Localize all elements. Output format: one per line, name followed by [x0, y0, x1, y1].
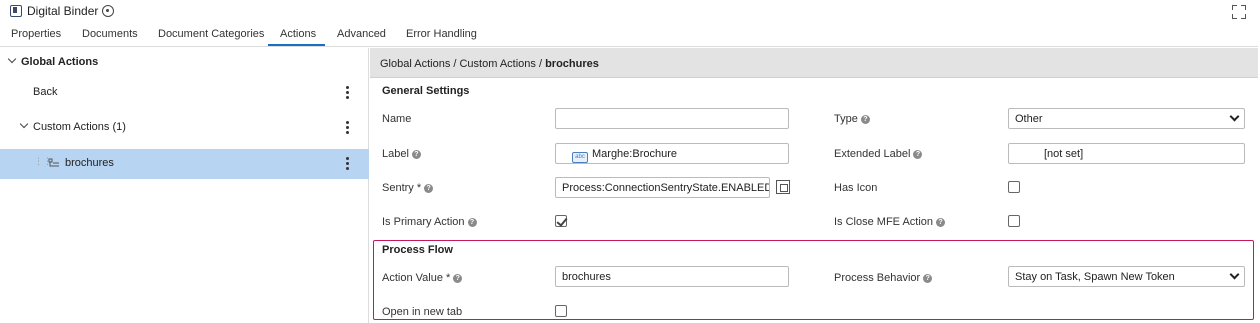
type-value: Other — [1015, 113, 1043, 125]
label-value: Marghe:Brochure — [592, 148, 677, 160]
tree-item-label: Custom Actions (1) — [33, 121, 126, 133]
title-bar: Digital Binder — [0, 0, 1260, 24]
kebab-menu-icon[interactable] — [345, 86, 349, 100]
tree-root-global-actions[interactable]: Global Actions — [0, 48, 369, 78]
action-value-input[interactable]: brochures — [555, 266, 789, 287]
tree-item-label: Back — [33, 86, 58, 98]
help-icon[interactable]: ? — [453, 274, 463, 283]
breadcrumb-current: brochures — [545, 58, 599, 70]
breadcrumb-path[interactable]: Global Actions / Custom Actions / — [380, 58, 545, 70]
primary-action-label: Is Primary Action? — [382, 216, 477, 228]
app-title: Digital Binder — [27, 4, 99, 18]
sentry-label: Sentry *? — [382, 182, 434, 194]
process-behavior-value: Stay on Task, Spawn New Token — [1015, 271, 1175, 283]
sentry-input[interactable]: Process:ConnectionSentryState.ENABLED() — [555, 177, 770, 198]
general-settings-title: General Settings — [382, 85, 470, 97]
tab-properties[interactable]: Properties — [11, 28, 61, 40]
has-icon-label: Has Icon — [834, 182, 878, 194]
name-label: Name — [382, 113, 412, 125]
actions-tree-panel: Global Actions Back Custom Actions (1) ⋮… — [0, 48, 369, 323]
close-mfe-checkbox[interactable] — [1008, 215, 1020, 227]
tree-item-back[interactable]: Back — [0, 78, 369, 108]
extended-label-label: Extended Label? — [834, 148, 923, 160]
open-new-tab-checkbox[interactable] — [555, 305, 567, 317]
process-behavior-select[interactable]: Stay on Task, Spawn New Token — [1008, 266, 1245, 287]
drag-handle-icon[interactable]: ⋮⋮ — [34, 157, 52, 169]
tab-advanced[interactable]: Advanced — [337, 28, 386, 40]
sentry-label-text: Sentry * — [382, 182, 422, 194]
label-input[interactable]: abc Marghe:Brochure — [555, 143, 789, 164]
label-field-text: Label — [382, 148, 409, 160]
chevron-down-icon — [1229, 269, 1240, 280]
tree-item-brochures[interactable]: ⋮⋮ brochures — [0, 149, 369, 179]
kebab-menu-icon[interactable] — [345, 121, 349, 135]
process-behavior-text: Process Behavior — [834, 272, 921, 284]
tree-item-label: brochures — [65, 157, 114, 169]
extended-label-text: Extended Label — [834, 148, 911, 160]
help-icon[interactable]: ? — [424, 184, 434, 193]
has-icon-checkbox[interactable] — [1008, 181, 1020, 193]
help-icon[interactable]: ? — [411, 150, 421, 159]
close-mfe-label: Is Close MFE Action? — [834, 216, 946, 228]
breadcrumb-bar: Global Actions / Custom Actions / brochu… — [370, 48, 1258, 78]
process-flow-title: Process Flow — [382, 244, 453, 256]
name-input[interactable] — [555, 108, 789, 129]
action-value-label: Action Value *? — [382, 272, 463, 284]
type-label-text: Type — [834, 113, 858, 125]
label-field-label: Label? — [382, 148, 421, 160]
type-label: Type? — [834, 113, 870, 125]
primary-action-text: Is Primary Action — [382, 216, 465, 228]
active-tab-indicator — [268, 44, 325, 46]
help-icon[interactable]: ? — [860, 115, 870, 124]
expand-icon[interactable] — [1232, 5, 1246, 19]
process-behavior-label: Process Behavior? — [834, 272, 933, 284]
chevron-down-icon[interactable] — [7, 54, 17, 64]
help-icon[interactable]: ? — [467, 218, 477, 227]
action-value-text: Action Value * — [382, 272, 451, 284]
crosshair-icon[interactable] — [102, 5, 114, 17]
action-icon — [48, 158, 59, 167]
app-icon — [10, 5, 22, 17]
help-icon[interactable]: ? — [923, 274, 933, 283]
kebab-menu-icon[interactable] — [345, 157, 349, 171]
tab-bar: Properties Documents Document Categories… — [0, 24, 1258, 47]
help-icon[interactable]: ? — [936, 218, 946, 227]
tab-error-handling[interactable]: Error Handling — [406, 28, 477, 40]
tab-document-categories[interactable]: Document Categories — [158, 28, 264, 40]
open-new-tab-label: Open in new tab — [382, 306, 463, 318]
localized-text-icon: abc — [572, 152, 588, 163]
chevron-down-icon[interactable] — [19, 119, 29, 129]
tab-documents[interactable]: Documents — [82, 28, 138, 40]
breadcrumb: Global Actions / Custom Actions / brochu… — [380, 58, 599, 70]
help-icon[interactable]: ? — [913, 150, 923, 159]
primary-action-checkbox[interactable] — [555, 215, 567, 227]
extended-label-input[interactable]: [not set] — [1008, 143, 1245, 164]
type-select[interactable]: Other — [1008, 108, 1245, 129]
expression-editor-icon[interactable] — [776, 180, 790, 194]
chevron-down-icon — [1229, 111, 1240, 122]
tree-item-custom-actions[interactable]: Custom Actions (1) — [0, 113, 369, 143]
close-mfe-text: Is Close MFE Action — [834, 216, 934, 228]
tree-root-label: Global Actions — [21, 56, 99, 68]
